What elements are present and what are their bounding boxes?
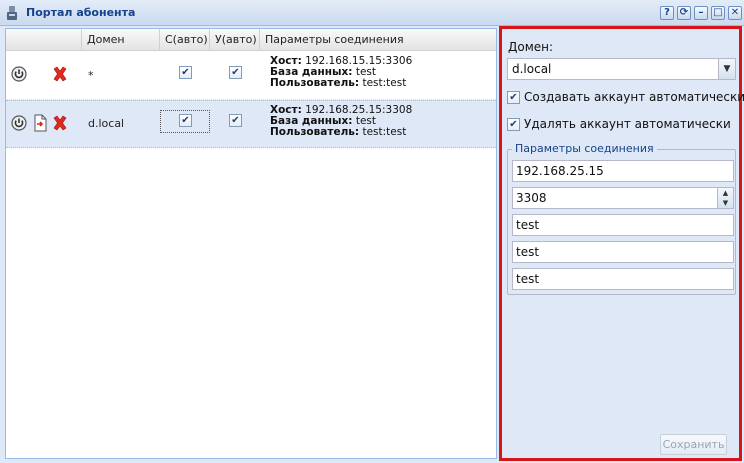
chevron-down-icon[interactable]: ▼	[718, 59, 735, 79]
domain-select[interactable]: d.local ▼	[507, 58, 736, 80]
column-header-create-auto[interactable]: С(авто)	[160, 29, 210, 51]
user-label: Пользователь:	[270, 126, 360, 138]
connection-params-fieldset: Параметры соединения 192.168.25.15 3308 …	[507, 142, 736, 295]
table-row[interactable]: * ✔ ✔ Хост: 192.168.15.15:3306 База данн…	[6, 52, 496, 100]
delete-icon[interactable]	[52, 115, 68, 131]
portal-app-icon	[7, 6, 17, 20]
user-field[interactable]: test	[512, 241, 734, 263]
delete-auto-option[interactable]: ✔ Удалять аккаунт автоматически	[507, 117, 737, 133]
row-connection-params: Хост: 192.168.15.15:3306 База данных: te…	[270, 56, 412, 89]
edit-document-icon[interactable]	[33, 114, 49, 132]
create-auto-option[interactable]: ✔ Создавать аккаунт автоматически	[507, 90, 744, 106]
domain-edit-form: Домен: d.local ▼ ✔ Создавать аккаунт авт…	[499, 26, 744, 461]
domain-label: Домен:	[508, 40, 554, 54]
table-row-selected[interactable]: d.local ✔ ✔ Хост: 192.168.25.15:3308 Баз…	[6, 100, 496, 148]
delete-auto-label: Удалять аккаунт автоматически	[524, 117, 731, 131]
close-button[interactable]: ✕	[728, 6, 742, 20]
host-field[interactable]: 192.168.25.15	[512, 160, 734, 182]
user-value: test:test	[362, 77, 407, 89]
help-button[interactable]: ?	[660, 6, 674, 20]
power-icon[interactable]	[11, 66, 27, 82]
domains-grid: Домен С(авто) У(авто) Параметры соединен…	[5, 28, 497, 459]
user-label: Пользователь:	[270, 77, 360, 89]
password-field[interactable]: test	[512, 268, 734, 290]
save-button[interactable]: Сохранить	[660, 434, 727, 455]
maximize-button[interactable]: □	[711, 6, 725, 20]
create-auto-form-checkbox[interactable]: ✔	[507, 91, 520, 104]
refresh-button[interactable]: ⟳	[677, 6, 691, 20]
row-domain: d.local	[88, 117, 125, 130]
column-header-connection-params[interactable]: Параметры соединения	[260, 29, 496, 51]
column-header-delete-auto[interactable]: У(авто)	[210, 29, 260, 51]
row-domain: *	[88, 69, 94, 82]
delete-auto-checkbox[interactable]: ✔	[229, 66, 242, 79]
create-auto-checkbox[interactable]: ✔	[179, 114, 192, 127]
connection-params-legend: Параметры соединения	[512, 142, 657, 155]
column-header-domain[interactable]: Домен	[82, 29, 160, 51]
domain-select-value: d.local	[512, 62, 552, 76]
minimize-button[interactable]: –	[694, 6, 708, 20]
power-icon[interactable]	[11, 115, 27, 131]
window-titlebar: Портал абонента ? ⟳ – □ ✕	[0, 0, 744, 26]
create-auto-checkbox[interactable]: ✔	[179, 66, 192, 79]
port-field[interactable]: 3308 ▲ ▼	[512, 187, 734, 209]
delete-auto-checkbox[interactable]: ✔	[229, 114, 242, 127]
port-spinner[interactable]: ▲ ▼	[717, 188, 733, 208]
delete-auto-form-checkbox[interactable]: ✔	[507, 118, 520, 131]
spin-up-icon[interactable]: ▲	[718, 188, 733, 198]
database-field[interactable]: test	[512, 214, 734, 236]
delete-icon[interactable]	[52, 66, 68, 82]
column-header-actions[interactable]	[6, 29, 82, 51]
grid-header: Домен С(авто) У(авто) Параметры соединен…	[6, 29, 496, 51]
spin-down-icon[interactable]: ▼	[718, 198, 733, 208]
window-title: Портал абонента	[26, 6, 136, 19]
port-value: 3308	[516, 191, 547, 205]
create-auto-label: Создавать аккаунт автоматически	[524, 90, 744, 104]
user-value: test:test	[362, 126, 407, 138]
row-connection-params: Хост: 192.168.25.15:3308 База данных: te…	[270, 105, 412, 138]
